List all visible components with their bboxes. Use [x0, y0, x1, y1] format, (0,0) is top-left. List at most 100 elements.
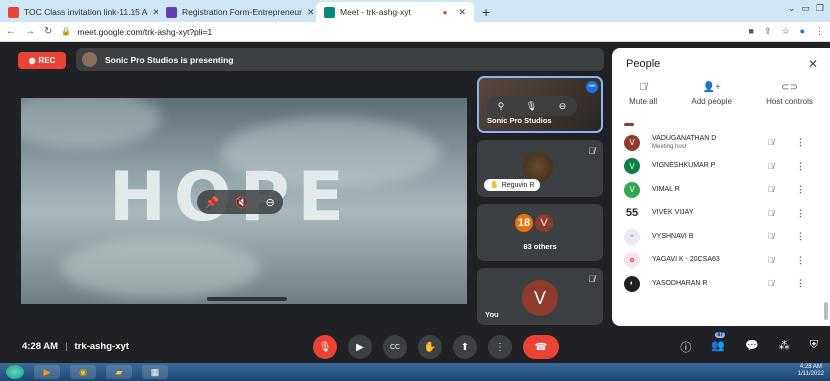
- mic-off-icon[interactable]: 🎙̸: [768, 232, 774, 241]
- forward-icon[interactable]: →: [25, 26, 35, 37]
- avatar: [82, 52, 97, 67]
- tray-time: 4:28 AM: [799, 364, 822, 370]
- participant-name: VIGNESHKUMAR P: [652, 162, 716, 170]
- participant-name-block: VADUGANATHAN D Meeting host: [652, 135, 716, 151]
- list-item[interactable]: V VIMAL R 🎙̸ ⋮: [612, 178, 830, 202]
- chevron-down-icon[interactable]: ⌄: [788, 3, 796, 14]
- more-vert-icon[interactable]: ⋮: [796, 231, 805, 242]
- restore-icon[interactable]: ❐: [816, 3, 824, 14]
- people-icon: 👥: [711, 340, 726, 352]
- profile-icon[interactable]: ●: [800, 26, 805, 37]
- list-item[interactable]: ✿ YAGAVI K - 20CSA63 🎙̸ ⋮: [612, 249, 830, 273]
- more-vert-icon[interactable]: ⋮: [796, 278, 805, 289]
- close-icon[interactable]: ✕: [458, 7, 466, 18]
- mic-off-icon[interactable]: 🎙̸: [768, 138, 774, 147]
- video-scrubber[interactable]: [207, 297, 287, 301]
- more-vert-icon[interactable]: ⋮: [796, 255, 805, 266]
- reload-icon[interactable]: ↻: [44, 26, 52, 37]
- host-controls-button[interactable]: ⊂⊃ Host controls: [766, 82, 813, 106]
- more-vert-icon[interactable]: ⋮: [796, 184, 805, 195]
- mic-icon[interactable]: 🎙: [526, 101, 537, 112]
- browser-tab-meet[interactable]: Meet - trk-ashg-xyt ● ✕: [316, 2, 474, 22]
- more-vert-icon[interactable]: ⋮: [796, 208, 805, 219]
- mute-icon[interactable]: 🔇: [235, 196, 249, 209]
- menu-icon[interactable]: ⋮: [815, 26, 824, 37]
- avatar: 18: [513, 212, 535, 234]
- mic-toggle-button[interactable]: 🎙: [313, 335, 337, 359]
- list-item[interactable]: V VADUGANATHAN D Meeting host 🎙̸ ⋮: [612, 131, 830, 155]
- shield-icon[interactable]: ⛨: [810, 339, 818, 355]
- close-icon[interactable]: ✕: [808, 57, 818, 71]
- mic-off-icon[interactable]: 🎙̸: [768, 185, 774, 194]
- recording-dot-icon: ●: [442, 7, 448, 17]
- list-item[interactable]: 55 VIVEK VIJAY 🎙̸ ⋮: [612, 202, 830, 226]
- mic-off-icon[interactable]: 🎙̸: [768, 279, 774, 288]
- list-item[interactable]: ✦ VYSHNAVI B 🎙̸ ⋮: [612, 225, 830, 249]
- mic-off-icon: 🎙: [318, 341, 332, 353]
- minus-circle-icon[interactable]: ⊖: [266, 196, 275, 209]
- tray-date: 1/11/2022: [797, 371, 824, 377]
- pin-icon[interactable]: 📌: [205, 196, 219, 209]
- presenting-banner: Sonic Pro Studios is presenting: [76, 48, 604, 71]
- chrome-icon[interactable]: ◉: [70, 365, 96, 379]
- start-icon[interactable]: [6, 365, 24, 379]
- add-people-button[interactable]: 👤+ Add people: [691, 82, 731, 106]
- folder-icon[interactable]: ▰: [106, 365, 132, 379]
- taskbar: ▶ ◉ ▰ ▦ 4:28 AM 1/11/2022: [0, 363, 830, 381]
- share-icon[interactable]: ⇪: [764, 26, 772, 37]
- avatar: [523, 152, 553, 182]
- list-item[interactable]: V VIGNESHKUMAR P 🎙̸ ⋮: [612, 155, 830, 179]
- address-bar-row: ← → ↻ 🔒 meet.google.com/trk-ashg-xyt?pli…: [0, 22, 830, 42]
- camera-toggle-button[interactable]: ▶: [348, 335, 372, 359]
- mute-all-button[interactable]: 🎙̸ Mute all: [629, 82, 657, 106]
- more-options-button[interactable]: ⋮: [488, 335, 512, 359]
- partial-avatar: [624, 123, 634, 126]
- tile-label: Sonic Pro Studios: [487, 116, 552, 125]
- close-icon[interactable]: ✕: [307, 7, 315, 18]
- media-player-icon[interactable]: ▶: [34, 365, 60, 379]
- raise-hand-button[interactable]: ✋: [418, 335, 442, 359]
- tile-overlay-controls: ⚲ 🎙 ⊖: [487, 96, 577, 116]
- shared-screen[interactable]: HOPE 📌 🔇 ⊖: [21, 98, 467, 304]
- panel-actions: 🎙̸ Mute all 👤+ Add people ⊂⊃ Host contro…: [612, 82, 830, 106]
- scrollbar[interactable]: [824, 302, 828, 320]
- tile-others[interactable]: 18 V 83 others: [477, 204, 603, 261]
- mic-off-icon[interactable]: 🎙̸: [768, 162, 774, 171]
- participant-name: YASODHARAN R: [652, 279, 708, 287]
- minus-circle-icon[interactable]: ⊖: [559, 101, 567, 112]
- back-icon[interactable]: ←: [6, 26, 16, 37]
- tile-sonic-pro[interactable]: ⚲ 🎙 ⊖ ••• Sonic Pro Studios: [477, 76, 603, 133]
- activities-icon[interactable]: ⁂: [779, 339, 790, 355]
- people-button[interactable]: 87 👥: [711, 332, 726, 355]
- browser-tab-registration[interactable]: Registration Form-Entrepreneur ✕: [158, 2, 316, 22]
- leave-call-button[interactable]: ☎: [523, 335, 559, 359]
- list-item[interactable]: ◐ YASODHARAN R 🎙̸ ⋮: [612, 272, 830, 296]
- participant-list: V VADUGANATHAN D Meeting host 🎙̸ ⋮ V VIG…: [612, 131, 830, 296]
- captions-icon: CC: [389, 343, 401, 351]
- mic-off-icon[interactable]: 🎙̸: [768, 256, 774, 265]
- meeting-code[interactable]: trk-ashg-xyt: [75, 341, 129, 352]
- captions-button[interactable]: CC: [383, 335, 407, 359]
- browser-toolbar-icons: ■ ⇪ ☆ ● ⋮: [749, 26, 825, 37]
- mic-off-icon[interactable]: 🎙̸: [768, 209, 774, 218]
- calendar-app-icon[interactable]: ▦: [142, 365, 168, 379]
- chat-icon[interactable]: 💬: [745, 339, 759, 355]
- avatar: V: [624, 134, 640, 151]
- star-icon[interactable]: ☆: [781, 26, 789, 37]
- rec-badge: ◉ REC: [18, 52, 66, 69]
- more-vert-icon[interactable]: ⋮: [796, 137, 805, 148]
- info-icon[interactable]: ⓘ: [680, 339, 691, 355]
- present-button[interactable]: ⬆: [453, 335, 477, 359]
- new-tab-button[interactable]: +: [474, 2, 498, 22]
- browser-tab-gmail[interactable]: TOC Class invitation link-11.15 A ✕: [0, 2, 158, 22]
- participant-name: VIVEK VIJAY: [652, 209, 694, 217]
- tile-you[interactable]: 🎙̸ V You: [477, 268, 603, 325]
- url-text: meet.google.com/trk-ashg-xyt?pli=1: [77, 26, 213, 37]
- camera-icon[interactable]: ■: [749, 26, 754, 37]
- url-field[interactable]: 🔒 meet.google.com/trk-ashg-xyt?pli=1: [61, 24, 739, 40]
- minimize-icon[interactable]: ▭: [801, 3, 810, 14]
- tile-reguvin[interactable]: 🎙̸ ✋ Reguvin R: [477, 140, 603, 197]
- more-vert-icon[interactable]: ⋮: [796, 161, 805, 172]
- present-icon: ⬆: [460, 341, 470, 353]
- pin-icon[interactable]: ⚲: [498, 101, 505, 112]
